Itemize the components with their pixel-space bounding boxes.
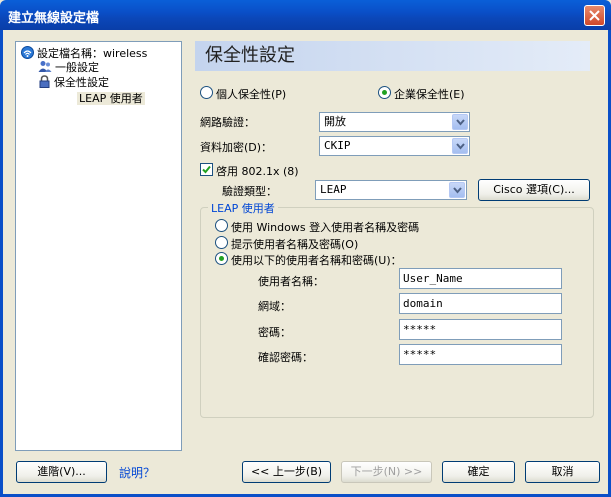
wireless-icon — [21, 46, 34, 62]
personal-security-label: 個人保全性(P) — [216, 88, 287, 101]
chevron-down-icon — [456, 143, 465, 150]
data-encryption-value: CKIP — [324, 139, 351, 152]
data-encryption-select[interactable]: CKIP — [319, 136, 470, 156]
confirm-password-input[interactable]: ***** — [399, 344, 562, 365]
network-auth-value: 開放 — [324, 115, 346, 128]
page-title: 保全性設定 — [195, 41, 590, 71]
dropdown-button[interactable] — [452, 138, 468, 154]
personal-security-radio[interactable] — [200, 86, 213, 99]
prompt-credentials-radio[interactable] — [215, 236, 228, 249]
auth-type-select[interactable]: LEAP — [315, 180, 467, 200]
close-button[interactable] — [584, 5, 605, 26]
prompt-credentials-label: 提示使用者名稱及密碼(O) — [231, 238, 359, 251]
back-button[interactable]: << 上一步(B) — [242, 461, 331, 483]
domain-input[interactable]: domain — [399, 293, 562, 314]
tree-item-label: 一般設定 — [55, 61, 99, 74]
cisco-options-button[interactable]: Cisco 選項(C)... — [478, 179, 590, 201]
windows-login-label: 使用 Windows 登入使用者名稱及密碼 — [231, 221, 420, 234]
network-auth-select[interactable]: 開放 — [319, 112, 470, 132]
password-input[interactable]: ***** — [399, 319, 562, 340]
dropdown-button[interactable] — [452, 114, 468, 130]
enable-8021x-label: 啓用 802.1x (8) — [216, 165, 299, 178]
lock-icon — [38, 75, 51, 91]
tree-item-label: LEAP 使用者 — [77, 92, 145, 105]
domain-label: 網域： — [258, 300, 291, 313]
windows-login-radio[interactable] — [215, 219, 228, 232]
enterprise-security-label: 企業保全性(E) — [394, 88, 465, 101]
dialog-body: 設定檔名稱：wireless 一般設定 保全性設定 LEAP 使用者 保全性設定… — [0, 30, 611, 497]
enterprise-security-radio[interactable] — [378, 86, 391, 99]
advanced-button[interactable]: 進階(V)... — [16, 461, 107, 483]
auth-type-value: LEAP — [320, 183, 347, 196]
help-link[interactable]: 說明？ — [119, 464, 155, 481]
use-following-radio[interactable] — [215, 252, 228, 265]
enable-8021x-checkbox[interactable] — [200, 163, 213, 176]
username-input[interactable]: User_Name — [399, 268, 562, 289]
tree-item-leap-user[interactable]: LEAP 使用者 — [77, 90, 145, 106]
password-label: 密碼： — [258, 326, 291, 339]
network-auth-label: 網路驗證： — [200, 116, 255, 129]
data-encryption-label: 資料加密(D)： — [200, 141, 273, 154]
confirm-password-label: 確認密碼： — [258, 351, 313, 364]
auth-type-label: 驗證類型： — [222, 185, 277, 198]
leap-user-group-title: LEAP 使用者 — [208, 200, 278, 216]
chevron-down-icon — [456, 119, 465, 126]
use-following-label: 使用以下的使用者名稱和密碼(U)： — [231, 254, 402, 267]
dropdown-button[interactable] — [449, 182, 465, 198]
checkmark-icon — [202, 165, 211, 174]
close-icon — [589, 10, 600, 21]
tree-item-security[interactable]: 保全性設定 — [38, 74, 109, 91]
next-button[interactable]: 下一步(N) >> — [341, 461, 432, 483]
chevron-down-icon — [453, 187, 462, 194]
profile-tree: 設定檔名稱：wireless 一般設定 保全性設定 LEAP 使用者 — [15, 41, 182, 451]
username-label: 使用者名稱： — [258, 275, 324, 288]
window-title: 建立無線設定檔 — [8, 11, 100, 26]
tree-item-label: 保全性設定 — [54, 76, 109, 89]
title-bar[interactable]: 建立無線設定檔 — [0, 0, 611, 30]
ok-button[interactable]: 確定 — [442, 461, 515, 483]
cancel-button[interactable]: 取消 — [525, 461, 600, 483]
